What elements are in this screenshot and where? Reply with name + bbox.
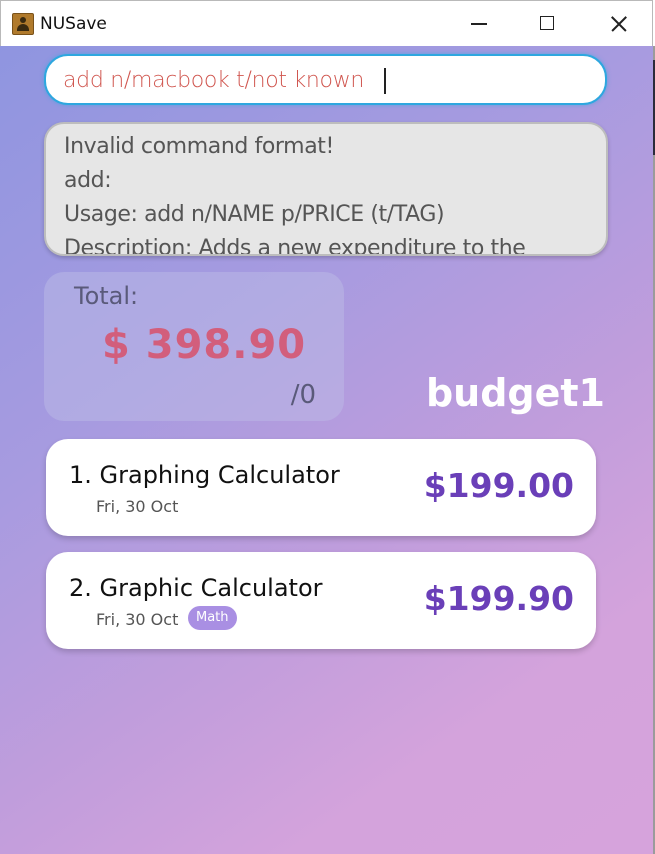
result-line: Invalid command format! [64, 134, 334, 159]
close-button[interactable] [583, 1, 653, 47]
maximize-button[interactable] [512, 1, 582, 47]
expenditure-title: 2. Graphic Calculator [69, 574, 323, 602]
expenditure-card[interactable]: 1. Graphing Calculator Fri, 30 Oct $199.… [46, 439, 596, 536]
total-value: $ 398.90 [102, 322, 307, 368]
result-line: add: [64, 168, 112, 193]
text-caret [384, 68, 386, 94]
expenditure-price: $199.90 [423, 579, 574, 618]
expenditure-title: 1. Graphing Calculator [69, 461, 340, 489]
result-display[interactable]: Invalid command format! add: Usage: add … [44, 122, 608, 256]
total-label: Total: [74, 282, 139, 310]
command-box[interactable] [44, 54, 607, 105]
budget-name: budget1 [425, 371, 605, 415]
total-panel: Total: $ 398.90 /0 [44, 272, 344, 421]
expenditure-price: $199.00 [423, 466, 574, 505]
title-bar: NUSave [0, 0, 653, 46]
main-content: Invalid command format! add: Usage: add … [0, 46, 653, 854]
minimize-button[interactable] [444, 1, 514, 47]
budget-limit: /0 [290, 380, 316, 410]
result-line: Description: Adds a new expenditure to t… [64, 236, 526, 256]
command-input[interactable] [63, 66, 583, 94]
expenditure-card[interactable]: 2. Graphic Calculator Fri, 30 Oct Math $… [46, 552, 596, 649]
window-title: NUSave [40, 14, 107, 34]
expenditure-tag: Math [188, 606, 237, 630]
expenditure-date: Fri, 30 Oct [96, 610, 179, 629]
expenditure-date: Fri, 30 Oct [96, 497, 179, 516]
result-line: Usage: add n/NAME p/PRICE (t/TAG) [64, 202, 445, 227]
app-icon [12, 13, 34, 35]
